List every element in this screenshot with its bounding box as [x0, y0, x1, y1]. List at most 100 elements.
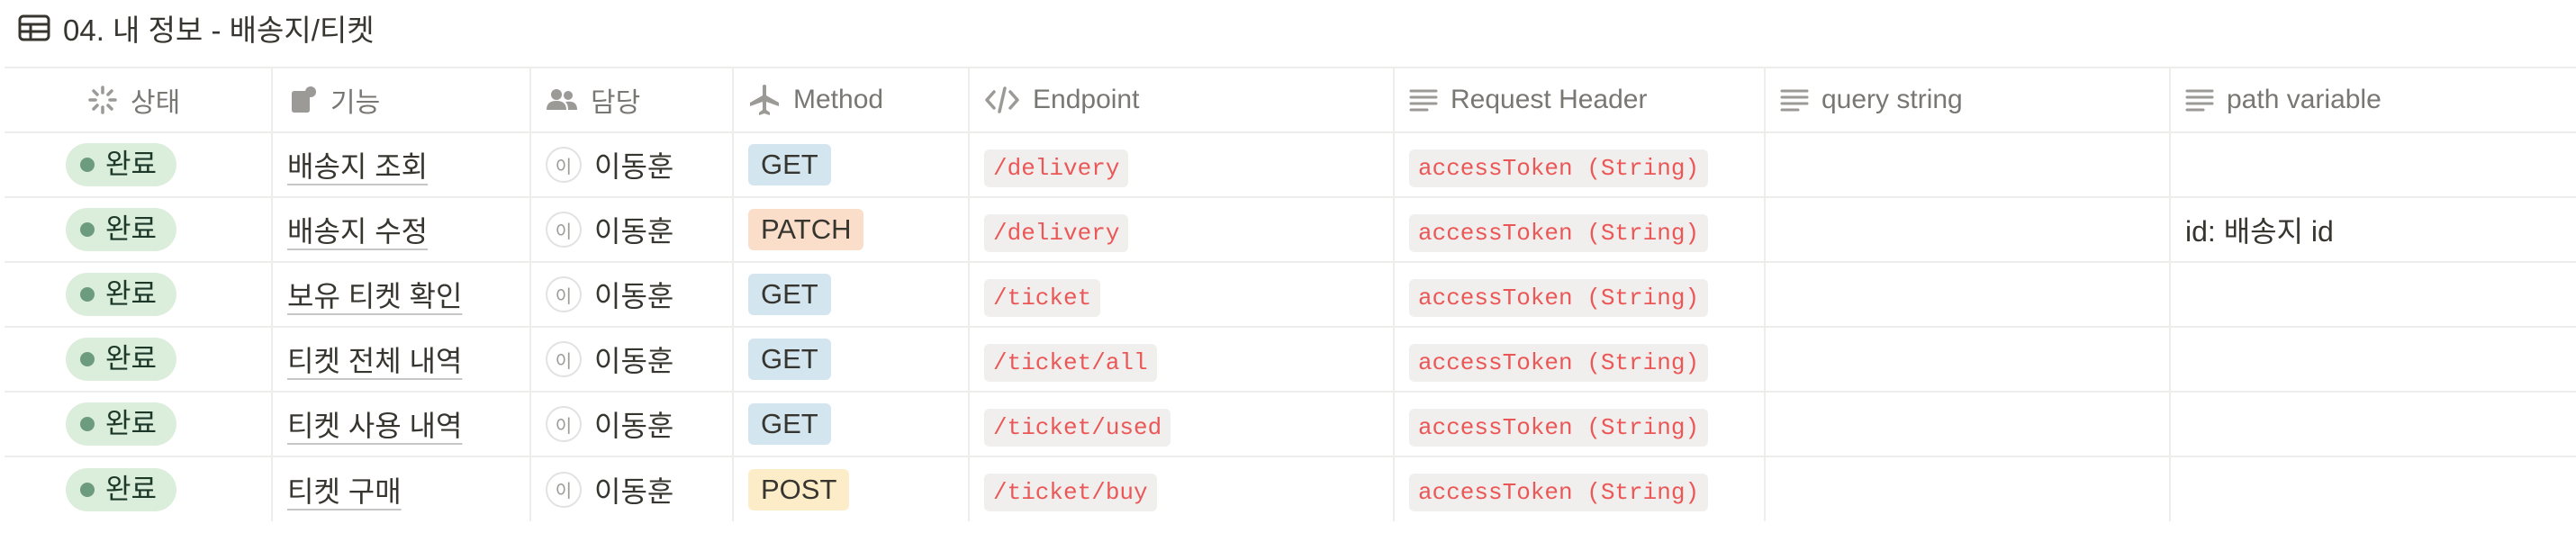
column-header-label: Method: [793, 85, 884, 114]
query-string-cell[interactable]: [1765, 456, 2171, 521]
method-cell[interactable]: GET: [733, 392, 970, 457]
assignee-cell[interactable]: 이 이동훈: [530, 456, 734, 521]
endpoint-cell[interactable]: /delivery: [969, 132, 1395, 198]
table-row[interactable]: 완료 티켓 사용 내역 이 이동훈 GET /ticket/used acces…: [5, 392, 2576, 457]
request-header-cell[interactable]: accessToken (String): [1394, 392, 1766, 457]
table-row[interactable]: 완료 보유 티켓 확인 이 이동훈 GET /ticket accessToke…: [5, 262, 2576, 328]
feature-cell[interactable]: 보유 티켓 확인: [272, 262, 531, 328]
path-variable-cell[interactable]: [2170, 392, 2576, 457]
page-title[interactable]: 04. 내 정보 - 배송지/티켓: [63, 6, 375, 50]
query-string-cell[interactable]: [1765, 197, 2171, 263]
database-title-bar: 04. 내 정보 - 배송지/티켓: [18, 0, 375, 56]
method-tag: GET: [748, 339, 831, 380]
feature-cell[interactable]: 티켓 전체 내역: [272, 327, 531, 393]
status-cell[interactable]: 완료: [5, 456, 273, 521]
status-cell[interactable]: 완료: [5, 197, 273, 263]
shapes-icon: [287, 85, 318, 115]
status-cell[interactable]: 완료: [5, 392, 273, 457]
status-loader-icon: [87, 85, 118, 115]
table-row[interactable]: 완료 배송지 조회 이 이동훈 GET /delivery accessToke…: [5, 132, 2576, 198]
feature-title[interactable]: 보유 티켓 확인: [287, 280, 462, 312]
path-variable-cell[interactable]: [2170, 132, 2576, 198]
avatar: 이: [546, 471, 582, 508]
method-cell[interactable]: GET: [733, 327, 970, 393]
feature-title[interactable]: 티켓 전체 내역: [287, 345, 462, 377]
request-header-cell[interactable]: accessToken (String): [1394, 456, 1766, 521]
status-badge: 완료: [66, 402, 177, 446]
column-header-request-header[interactable]: Request Header: [1394, 67, 1766, 133]
feature-title[interactable]: 배송지 조회: [287, 150, 428, 183]
feature-cell[interactable]: 티켓 구매: [272, 456, 531, 521]
assignee-cell[interactable]: 이 이동훈: [530, 197, 734, 263]
request-header-cell[interactable]: accessToken (String): [1394, 262, 1766, 328]
status-cell[interactable]: 완료: [5, 262, 273, 328]
path-variable-cell[interactable]: id: 배송지 id: [2170, 197, 2576, 263]
feature-title[interactable]: 티켓 구매: [287, 475, 402, 508]
query-string-cell[interactable]: [1765, 262, 2171, 328]
table-icon: [18, 14, 50, 41]
endpoint-cell[interactable]: /ticket: [969, 262, 1395, 328]
path-variable-value: id: 배송지 id: [2185, 215, 2334, 248]
column-header-feature[interactable]: 기능: [272, 67, 531, 133]
path-variable-cell[interactable]: [2170, 456, 2576, 521]
text-lines-icon: [1409, 87, 1438, 113]
column-header-endpoint[interactable]: Endpoint: [969, 67, 1395, 133]
endpoint-cell[interactable]: /delivery: [969, 197, 1395, 263]
api-table: 상태 기능 담당 Method Endpoint Request Header …: [5, 67, 2576, 521]
method-cell[interactable]: GET: [733, 262, 970, 328]
column-header-assignee[interactable]: 담당: [530, 67, 734, 133]
table-row[interactable]: 완료 배송지 수정 이 이동훈 PATCH /delivery accessTo…: [5, 197, 2576, 263]
endpoint-code: /ticket: [984, 278, 1101, 317]
method-cell[interactable]: PATCH: [733, 197, 970, 263]
feature-title[interactable]: 티켓 사용 내역: [287, 410, 462, 442]
status-badge: 완료: [66, 467, 177, 511]
feature-title[interactable]: 배송지 수정: [287, 215, 428, 248]
query-string-cell[interactable]: [1765, 327, 2171, 393]
status-cell[interactable]: 완료: [5, 327, 273, 393]
column-header-method[interactable]: Method: [733, 67, 970, 133]
column-header-status[interactable]: 상태: [5, 67, 273, 133]
method-tag: PATCH: [748, 209, 864, 250]
feature-cell[interactable]: 티켓 사용 내역: [272, 392, 531, 457]
airplane-icon: [748, 84, 781, 116]
query-string-cell[interactable]: [1765, 392, 2171, 457]
avatar: 이: [546, 276, 582, 312]
assignee: 이 이동훈: [546, 469, 673, 510]
text-lines-icon: [2185, 87, 2214, 113]
assignee-cell[interactable]: 이 이동훈: [530, 327, 734, 393]
method-cell[interactable]: GET: [733, 132, 970, 198]
column-header-query-string[interactable]: query string: [1765, 67, 2171, 133]
table-row[interactable]: 완료 티켓 전체 내역 이 이동훈 GET /ticket/all access…: [5, 327, 2576, 393]
request-header-cell[interactable]: accessToken (String): [1394, 132, 1766, 198]
assignee: 이 이동훈: [546, 209, 673, 250]
column-header-label: 기능: [330, 88, 381, 118]
assignee-name: 이동훈: [594, 280, 674, 312]
avatar: 이: [546, 341, 582, 377]
method-cell[interactable]: POST: [733, 456, 970, 521]
assignee-cell[interactable]: 이 이동훈: [530, 392, 734, 457]
assignee: 이 이동훈: [546, 274, 673, 315]
query-string-cell[interactable]: [1765, 132, 2171, 198]
path-variable-cell[interactable]: [2170, 262, 2576, 328]
table-body: 완료 배송지 조회 이 이동훈 GET /delivery accessToke…: [5, 132, 2576, 521]
header-row: 상태 기능 담당 Method Endpoint Request Header …: [5, 67, 2576, 133]
request-header-cell[interactable]: accessToken (String): [1394, 327, 1766, 393]
column-header-path-variable[interactable]: path variable: [2170, 67, 2576, 133]
table-row[interactable]: 완료 티켓 구매 이 이동훈 POST /ticket/buy accessTo…: [5, 456, 2576, 521]
request-header-cell[interactable]: accessToken (String): [1394, 197, 1766, 263]
endpoint-code: /ticket/used: [984, 408, 1171, 447]
method-tag: GET: [748, 144, 831, 185]
request-header-code: accessToken (String): [1409, 213, 1709, 252]
assignee-cell[interactable]: 이 이동훈: [530, 132, 734, 198]
feature-cell[interactable]: 배송지 수정: [272, 197, 531, 263]
assignee-cell[interactable]: 이 이동훈: [530, 262, 734, 328]
endpoint-code: /delivery: [984, 149, 1129, 187]
endpoint-cell[interactable]: /ticket/all: [969, 327, 1395, 393]
endpoint-cell[interactable]: /ticket/used: [969, 392, 1395, 457]
assignee-name: 이동훈: [594, 345, 674, 377]
endpoint-cell[interactable]: /ticket/buy: [969, 456, 1395, 521]
status-cell[interactable]: 완료: [5, 132, 273, 198]
assignee-name: 이동훈: [594, 410, 674, 442]
feature-cell[interactable]: 배송지 조회: [272, 132, 531, 198]
path-variable-cell[interactable]: [2170, 327, 2576, 393]
